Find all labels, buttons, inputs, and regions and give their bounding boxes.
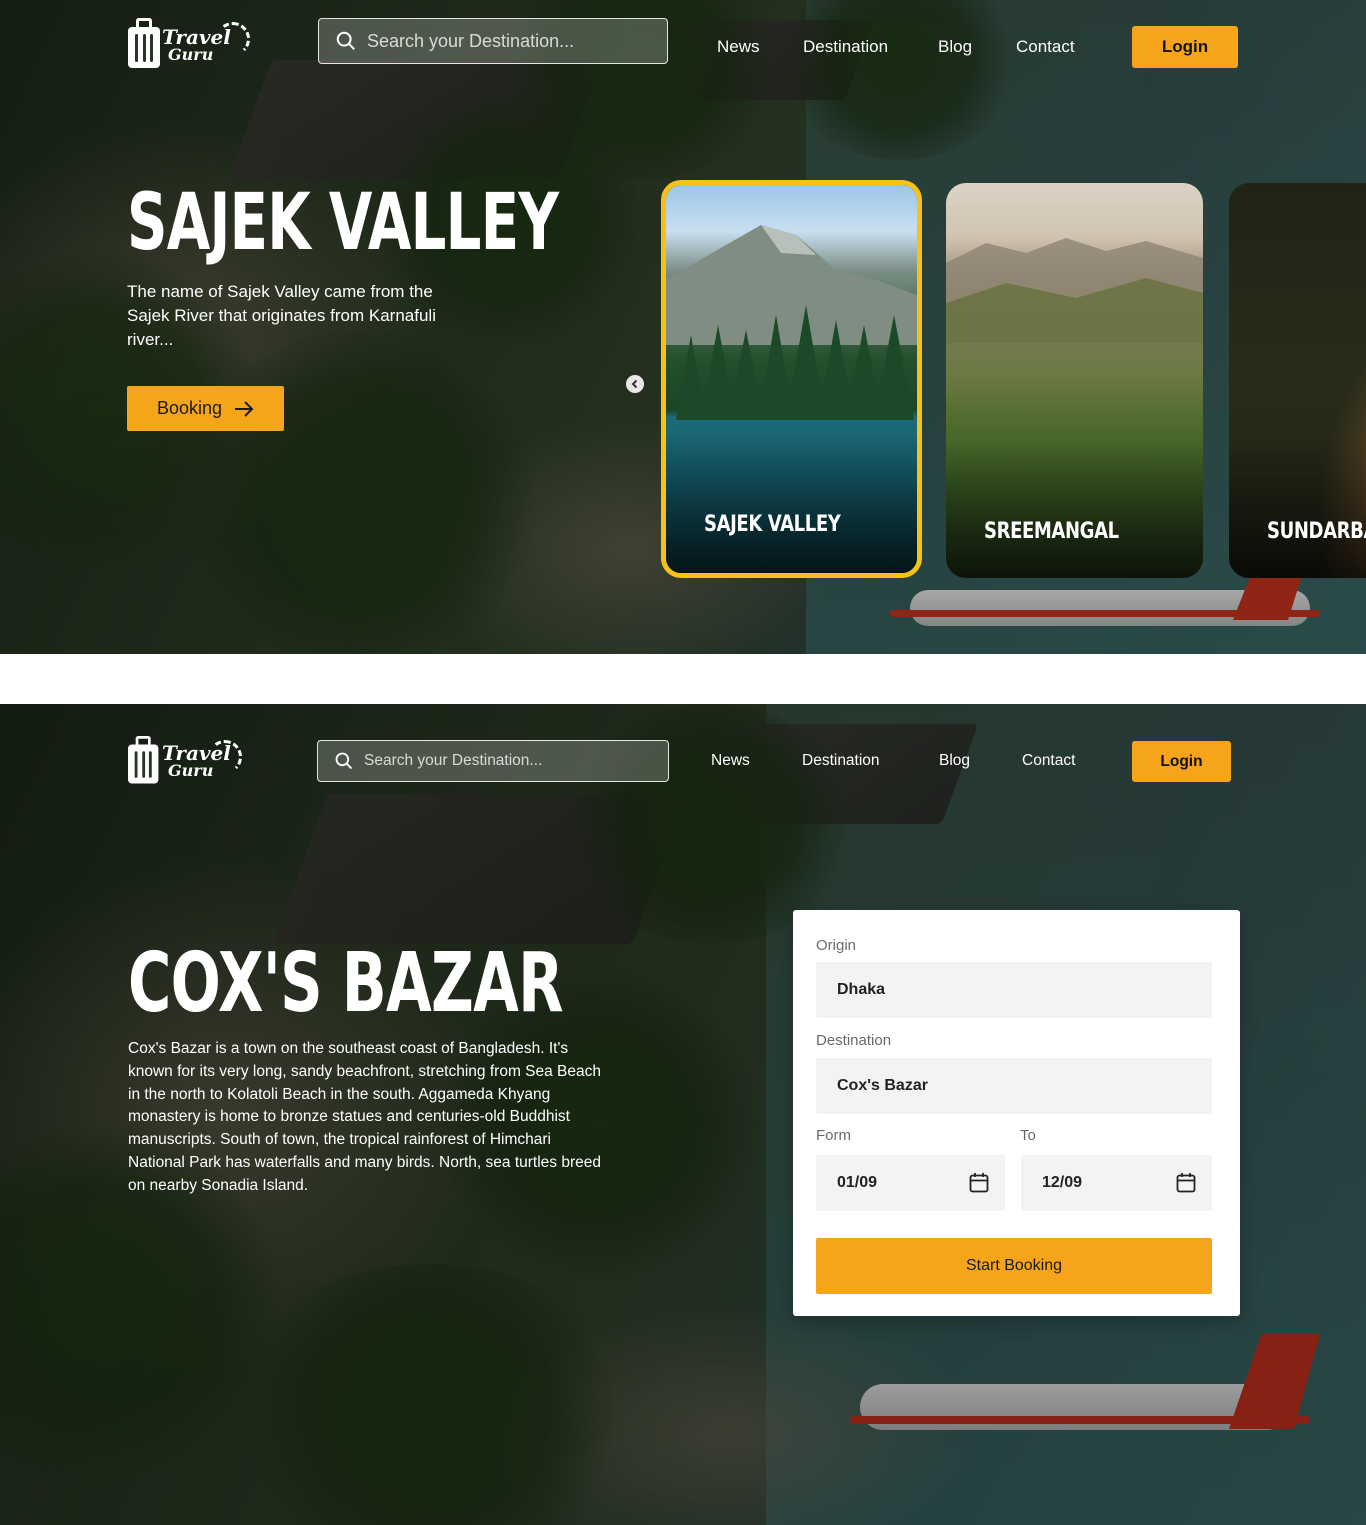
card-label: SAJEK VALLEY [704,512,841,537]
card-label: SREEMANGAL [984,519,1119,544]
plane-path-icon [208,740,242,774]
slider-prev-button[interactable] [626,375,644,393]
booking-form: Origin Destination Form To 01/09 12/09 S… [793,910,1240,1316]
destination-card-sajek[interactable]: SAJEK VALLEY [661,180,922,578]
hero-title: COX'S BAZAR [128,936,564,1031]
login-button[interactable]: Login [1132,26,1238,68]
search-input[interactable] [367,30,647,52]
nav-link-news[interactable]: News [711,752,750,770]
to-date-label: To [1020,1127,1036,1144]
destination-input[interactable] [816,1058,1212,1114]
suitcase-icon [128,736,159,785]
calendar-icon[interactable] [969,1172,989,1194]
destination-card-sreemangal[interactable]: SREEMANGAL [946,183,1203,578]
nav-link-news[interactable]: News [717,37,760,57]
booking-button-label: Booking [156,398,223,418]
nav-link-contact[interactable]: Contact [1022,752,1075,770]
hero-title: SAJEK VALLEY [127,178,559,268]
from-date-label: Form [816,1127,851,1144]
travel-guru-logo[interactable]: Travel Guru [128,736,242,788]
from-date-input[interactable]: 01/09 [816,1155,1005,1211]
destination-card-sundarban[interactable]: SUNDARBAN [1229,183,1366,578]
hero-slider-section: Travel Guru News Destination Blog Contac… [0,0,1366,654]
travel-guru-logo[interactable]: Travel Guru [128,18,250,70]
to-date-value: 12/09 [1042,1174,1083,1191]
card-label: SUNDARBAN [1267,519,1366,544]
search-icon [336,31,355,50]
nav-link-contact[interactable]: Contact [1016,37,1075,57]
hero-description: The name of Sajek Valley came from the S… [127,282,436,349]
calendar-icon[interactable] [1176,1172,1196,1194]
start-booking-button[interactable]: Start Booking [816,1238,1212,1294]
search-input[interactable] [364,752,644,770]
nav-link-destination[interactable]: Destination [803,37,888,57]
arrow-right-icon [235,400,254,417]
origin-label: Origin [816,937,857,954]
hero-booking-section: Travel Guru News Destination Blog Contac… [0,704,1366,1525]
nav-link-destination[interactable]: Destination [802,752,880,770]
search-box [317,740,669,782]
origin-input[interactable] [816,962,1212,1018]
nav-link-blog[interactable]: Blog [939,752,970,770]
hero-description: Cox's Bazar is a town on the southeast c… [128,1040,601,1194]
login-button[interactable]: Login [1132,741,1231,782]
booking-button[interactable]: Booking [127,386,284,431]
top-navbar: Travel Guru News Destination Blog Contac… [0,704,1366,799]
search-icon [335,752,353,770]
to-date-input[interactable]: 12/09 [1021,1155,1212,1211]
destination-label: Destination [816,1032,892,1049]
plane-path-icon [216,22,250,56]
top-navbar: Travel Guru News Destination Blog Contac… [0,0,1366,95]
search-box [318,18,668,64]
suitcase-icon [128,18,160,70]
nav-link-blog[interactable]: Blog [938,37,972,57]
from-date-value: 01/09 [837,1174,878,1191]
chevron-left-icon [631,379,638,389]
